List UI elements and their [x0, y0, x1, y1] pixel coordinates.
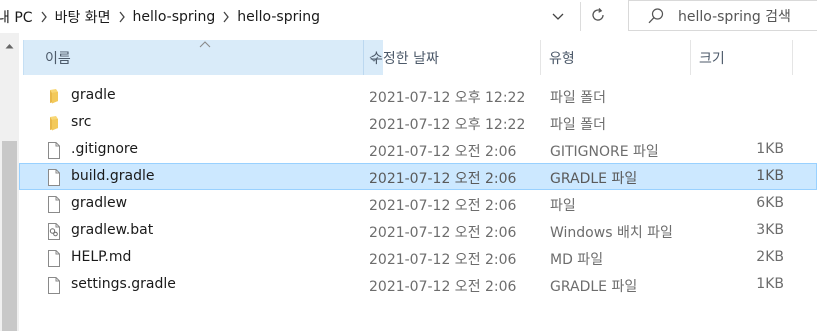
breadcrumb-hello-spring-parent[interactable]: hello-spring	[126, 9, 223, 25]
file-type: GRADLE 파일	[550, 171, 638, 187]
file-row[interactable]: src 2021-07-12 오후 12:22 파일 폴더	[19, 109, 817, 136]
search-input[interactable]: hello-spring 검색	[628, 0, 817, 31]
file-name: build.gradle	[71, 168, 155, 184]
file-type: 파일 폴더	[550, 117, 606, 133]
column-header-type[interactable]: 유형	[541, 40, 691, 75]
file-size: 1KB	[756, 276, 784, 292]
file-date: 2021-07-12 오전 2:06	[369, 279, 517, 295]
file-date: 2021-07-12 오후 12:22	[369, 117, 526, 133]
file-icon	[47, 250, 61, 267]
column-header-size[interactable]: 크기	[691, 40, 793, 75]
breadcrumb-hello-spring-current[interactable]: hello-spring	[230, 9, 327, 25]
breadcrumb-this-pc[interactable]: 내 PC	[0, 7, 40, 27]
refresh-icon	[590, 7, 606, 27]
file-date: 2021-07-12 오후 12:22	[369, 90, 526, 106]
scrollbar-thumb[interactable]	[2, 141, 17, 331]
file-icon	[47, 277, 61, 294]
batch-file-icon	[47, 223, 61, 240]
file-name: src	[71, 114, 92, 130]
column-date-label: 수정한 날짜	[370, 50, 439, 67]
chevron-down-icon	[552, 9, 564, 25]
column-size-label: 크기	[699, 50, 725, 67]
column-type-label: 유형	[549, 50, 575, 67]
sort-ascending-icon	[199, 38, 211, 51]
file-date: 2021-07-12 오전 2:06	[369, 252, 517, 268]
refresh-button[interactable]	[580, 2, 614, 31]
column-name-label: 이름	[45, 50, 71, 67]
nav-pane-scrollbar[interactable]	[0, 33, 19, 331]
file-icon	[47, 142, 61, 159]
file-row[interactable]: settings.gradle 2021-07-12 오전 2:06 GRADL…	[19, 271, 817, 298]
file-type: 파일	[550, 198, 576, 214]
file-type: GITIGNORE 파일	[550, 144, 659, 160]
column-header: 이름 수정한 날짜 유형 크기	[19, 40, 817, 75]
file-size: 1KB	[756, 168, 784, 184]
chevron-right-icon[interactable]	[40, 11, 48, 23]
file-type: MD 파일	[550, 252, 604, 268]
file-size: 1KB	[756, 141, 784, 157]
file-size: 3KB	[756, 222, 784, 238]
file-icon	[47, 196, 61, 213]
file-date: 2021-07-12 오전 2:06	[369, 225, 517, 241]
file-size: 6KB	[756, 195, 784, 211]
file-row[interactable]: HELP.md 2021-07-12 오전 2:06 MD 파일 2KB	[19, 244, 817, 271]
file-name: gradlew	[71, 195, 128, 211]
chevron-right-icon[interactable]	[222, 11, 230, 23]
file-name: gradlew.bat	[71, 222, 154, 238]
file-list: gradle 2021-07-12 오후 12:22 파일 폴더 src 202…	[19, 82, 817, 298]
file-size: 2KB	[756, 249, 784, 265]
address-history-dropdown[interactable]	[545, 4, 571, 29]
chevron-right-icon[interactable]	[118, 11, 126, 23]
file-row-selected[interactable]: build.gradle 2021-07-12 오전 2:06 GRADLE 파…	[19, 163, 817, 190]
breadcrumb: 내 PC 바탕 화면 hello-spring hello-spring	[0, 0, 560, 33]
folder-icon	[47, 115, 61, 132]
column-header-date[interactable]: 수정한 날짜	[364, 40, 541, 75]
file-row[interactable]: gradle 2021-07-12 오후 12:22 파일 폴더	[19, 82, 817, 109]
file-name: HELP.md	[71, 249, 132, 265]
file-name: .gitignore	[71, 141, 138, 157]
file-row[interactable]: gradlew.bat 2021-07-12 오전 2:06 Windows 배…	[19, 217, 817, 244]
file-row[interactable]: gradlew 2021-07-12 오전 2:06 파일 6KB	[19, 190, 817, 217]
file-type: Windows 배치 파일	[550, 225, 673, 241]
search-placeholder: hello-spring 검색	[678, 8, 791, 25]
file-icon	[47, 169, 61, 186]
folder-icon	[47, 88, 61, 105]
file-type: GRADLE 파일	[550, 279, 638, 295]
file-row[interactable]: .gitignore 2021-07-12 오전 2:06 GITIGNORE …	[19, 136, 817, 163]
search-icon	[647, 7, 665, 25]
file-date: 2021-07-12 오전 2:06	[369, 198, 517, 214]
file-name: gradle	[71, 87, 116, 103]
file-date: 2021-07-12 오전 2:06	[369, 144, 517, 160]
file-name: settings.gradle	[71, 276, 176, 292]
scroll-up-arrow-icon[interactable]	[4, 40, 15, 51]
breadcrumb-desktop[interactable]: 바탕 화면	[48, 7, 118, 27]
address-bar: 내 PC 바탕 화면 hello-spring hello-spring hel…	[0, 0, 817, 33]
file-type: 파일 폴더	[550, 90, 606, 106]
file-date: 2021-07-12 오전 2:06	[369, 171, 517, 187]
column-header-name[interactable]: 이름	[23, 40, 363, 75]
